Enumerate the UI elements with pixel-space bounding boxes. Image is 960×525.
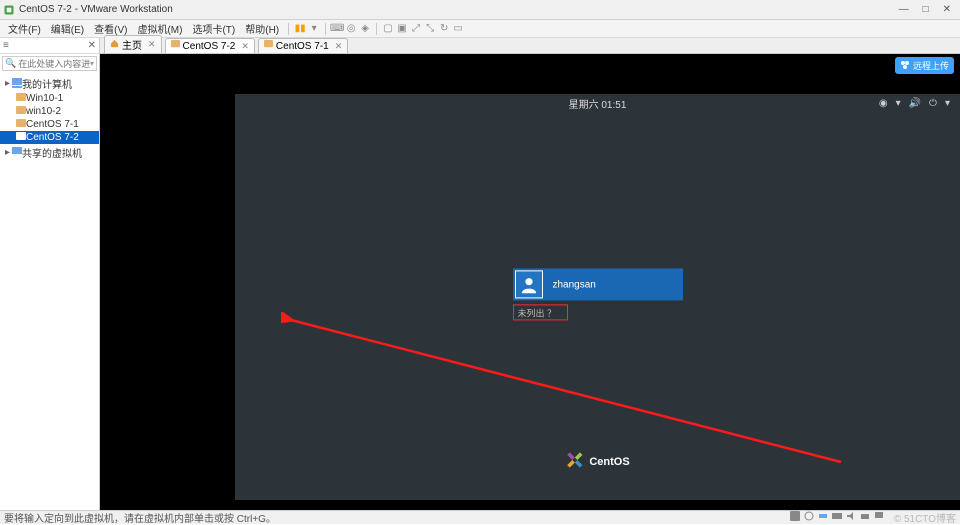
twisty-icon: ▸: [3, 147, 12, 158]
tab-bar: 主页 ✕ CentOS 7-2 ✕ CentOS 7-1 ✕: [100, 38, 960, 54]
accessibility-icon[interactable]: ◉: [879, 98, 888, 109]
vm-icon: [16, 106, 26, 117]
tree-label: CentOS 7-2: [26, 132, 79, 143]
menu-vm[interactable]: 虚拟机(M): [132, 19, 187, 38]
device-usb-icon[interactable]: [832, 511, 842, 524]
gdm-login: zhangsan 未列出 ？: [513, 268, 683, 320]
unity-button[interactable]: ▣: [395, 22, 409, 36]
menu-file[interactable]: 文件(F): [3, 19, 46, 38]
device-network-icon[interactable]: [818, 511, 828, 524]
vm-icon: [16, 132, 26, 143]
tab-centos7-1[interactable]: CentOS 7-1 ✕: [258, 38, 348, 53]
tree-label: Win10-1: [26, 93, 63, 104]
device-display-icon[interactable]: [874, 511, 884, 524]
gnome-clock[interactable]: 星期六 01:51: [569, 96, 627, 111]
stretch-button[interactable]: ▭: [451, 22, 465, 36]
badge-label: 远程上传: [913, 59, 949, 72]
tree-label: 我的计算机: [22, 76, 72, 91]
power-dropdown[interactable]: ▾: [307, 22, 321, 36]
window-titlebar: CentOS 7-2 - VMware Workstation — □ ✕: [0, 0, 960, 20]
menu-help[interactable]: 帮助(H): [240, 19, 284, 38]
minimize-button[interactable]: —: [899, 4, 909, 15]
status-hint: 要将输入定向到此虚拟机，请在虚拟机内部单击或按 Ctrl+G。: [4, 510, 276, 525]
tree-label: win10-2: [26, 106, 61, 117]
menu-tabs[interactable]: 选项卡(T): [187, 19, 240, 38]
tab-centos7-2[interactable]: CentOS 7-2 ✕: [165, 38, 255, 53]
device-disk-icon[interactable]: [790, 511, 800, 524]
cloud-icon: [900, 60, 910, 72]
user-tile[interactable]: zhangsan: [513, 268, 683, 300]
tree-root-mycomputer[interactable]: ▸ 我的计算机: [0, 75, 99, 92]
separator: [325, 23, 326, 35]
tree-label: CentOS 7-1: [26, 119, 79, 130]
vm-icon: [264, 40, 273, 52]
shared-icon: [12, 147, 22, 158]
tab-label: CentOS 7-2: [183, 41, 236, 52]
centos-logo-icon: [565, 451, 583, 472]
power-icon[interactable]: ⏻: [929, 98, 937, 109]
separator: [288, 23, 289, 35]
tab-close-icon[interactable]: ✕: [241, 41, 249, 52]
cycle-button[interactable]: ↻: [437, 22, 451, 36]
tab-close-icon[interactable]: ✕: [335, 41, 343, 52]
device-printer-icon[interactable]: [860, 511, 870, 524]
close-button[interactable]: ✕: [943, 4, 951, 15]
tab-label: CentOS 7-1: [276, 41, 329, 52]
guest-screen[interactable]: 星期六 01:51 ◉ ▾ 🔊 ⏻ ▾ zhangsan: [235, 94, 960, 500]
send-cad-button[interactable]: ⌨: [330, 22, 344, 36]
menu-bar: 文件(F) 编辑(E) 查看(V) 虚拟机(M) 选项卡(T) 帮助(H) ▮▮…: [0, 20, 960, 38]
tree-vm-centos7-2[interactable]: CentOS 7-2: [0, 131, 99, 144]
vm-icon: [16, 93, 26, 104]
annotation-arrow: [281, 312, 851, 472]
home-icon: [110, 39, 119, 51]
search-dropdown-icon[interactable]: ▾: [90, 59, 94, 68]
tree-vm-centos7-1[interactable]: CentOS 7-1: [0, 118, 99, 131]
search-input[interactable]: [18, 59, 90, 69]
centos-brand-label: CentOS: [589, 456, 629, 468]
device-sound-icon[interactable]: [846, 511, 856, 524]
menu-view[interactable]: 查看(V): [89, 19, 132, 38]
vm-icon: [16, 119, 26, 130]
tab-close-icon[interactable]: ✕: [148, 39, 156, 50]
library-search[interactable]: 🔍 ▾: [2, 56, 97, 71]
remote-upload-badge[interactable]: 远程上传: [895, 57, 954, 74]
status-bar: 要将输入定向到此虚拟机，请在虚拟机内部单击或按 Ctrl+G。 © 51CTO博…: [0, 510, 960, 524]
fit-window-button[interactable]: ⤡: [423, 22, 437, 36]
app-icon: [3, 4, 15, 16]
centos-brand: CentOS: [565, 451, 629, 472]
tree-vm-win10-2[interactable]: win10-2: [0, 105, 99, 118]
not-listed-label: 未列出 ？: [518, 306, 557, 319]
vm-viewport[interactable]: 远程上传 星期六 01:51 ◉ ▾ 🔊 ⏻ ▾: [100, 54, 960, 510]
maximize-button[interactable]: □: [923, 4, 929, 15]
window-title: CentOS 7-2 - VMware Workstation: [19, 4, 173, 15]
username-label: zhangsan: [553, 279, 596, 290]
tree-root-shared[interactable]: ▸ 共享的虚拟机: [0, 144, 99, 161]
search-icon: 🔍: [5, 58, 16, 69]
library-icon: ≡: [3, 40, 9, 51]
library-tree: ▸ 我的计算机 Win10-1 win10-2 CentOS 7-1 CentO…: [0, 73, 99, 163]
gnome-top-bar: 星期六 01:51 ◉ ▾ 🔊 ⏻ ▾: [235, 94, 960, 112]
menu-edit[interactable]: 编辑(E): [46, 19, 89, 38]
fullscreen-button[interactable]: ▢: [381, 22, 395, 36]
chevron-down-icon[interactable]: ▾: [945, 98, 950, 109]
volume-icon[interactable]: 🔊: [909, 98, 921, 109]
library-panel: ≡ ✕ 🔍 ▾ ▸ 我的计算机 Win10-1 win10-2: [0, 38, 100, 510]
tree-vm-win10-1[interactable]: Win10-1: [0, 92, 99, 105]
snapshot-button[interactable]: ◎: [344, 22, 358, 36]
host-icon: [12, 78, 22, 89]
vm-icon: [171, 40, 180, 52]
tree-label: 共享的虚拟机: [22, 145, 82, 160]
library-close-button[interactable]: ✕: [88, 40, 96, 51]
watermark: © 51CTO博客: [894, 510, 956, 525]
snapshot-manager-button[interactable]: ◈: [358, 22, 372, 36]
chevron-down-icon[interactable]: ▾: [896, 98, 901, 109]
pause-button[interactable]: ▮▮: [293, 22, 307, 36]
device-cd-icon[interactable]: [804, 511, 814, 524]
fit-guest-button[interactable]: ⤢: [409, 22, 423, 36]
twisty-icon: ▸: [3, 78, 12, 89]
not-listed-button[interactable]: 未列出 ？: [513, 304, 568, 320]
avatar-icon: [515, 270, 543, 298]
separator: [376, 23, 377, 35]
tab-label: 主页: [122, 37, 142, 52]
